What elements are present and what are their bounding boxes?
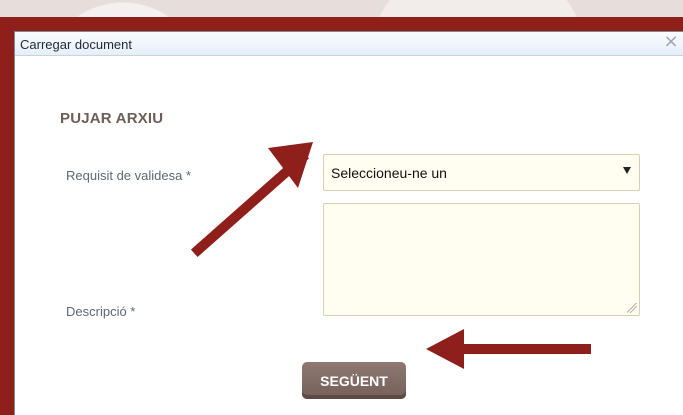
validity-selected-value: Seleccioneu-ne un [331, 165, 447, 181]
chevron-down-icon [623, 167, 631, 174]
dialog-titlebar: Carregar document × [15, 32, 683, 56]
resize-handle-icon[interactable] [627, 303, 637, 313]
description-textarea[interactable] [323, 203, 640, 316]
close-icon[interactable]: × [663, 33, 679, 51]
dialog-content: PUJAR ARXIU Requisit de validesa * Selec… [15, 56, 683, 415]
next-button[interactable]: SEGÜENT [302, 362, 406, 399]
validity-select[interactable]: Seleccioneu-ne un [323, 154, 640, 191]
section-title: PUJAR ARXIU [60, 110, 164, 127]
highlight-frame: Carregar document × PUJAR ARXIU Requisit… [0, 17, 683, 415]
upload-dialog: Carregar document × PUJAR ARXIU Requisit… [14, 31, 683, 415]
validity-label: Requisit de validesa * [66, 168, 192, 183]
description-label: Descripció * [66, 304, 136, 319]
dialog-title: Carregar document [20, 37, 132, 52]
